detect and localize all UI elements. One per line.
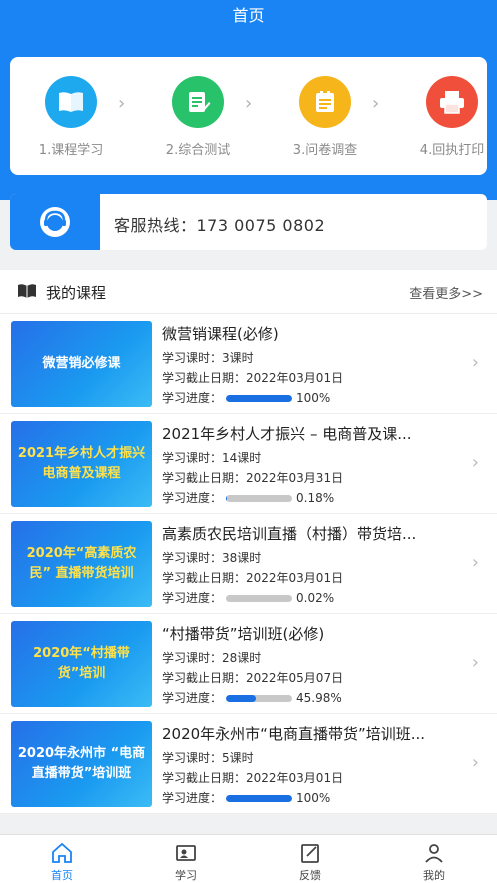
tab-profile[interactable]: 我的 <box>372 835 496 883</box>
bottom-tab-bar: 首页 学习 反馈 我的 <box>0 834 497 883</box>
course-hours: 学习课时：14课时 <box>162 451 262 465</box>
tab-label: 学习 <box>175 869 197 882</box>
thumbnail-text: 2020年永州市 “电商直播带货”培训班 <box>17 746 146 781</box>
chevron-right-icon: › <box>118 93 126 114</box>
thumbnail-text: 2020年“村播带货”培训 <box>33 646 130 681</box>
chevron-right-icon: › <box>471 552 479 573</box>
hotline-card[interactable]: 客服热线：173 0075 0802 <box>10 194 487 250</box>
step-print[interactable]: 4.回执打印 <box>391 57 497 175</box>
tab-label: 首页 <box>51 869 73 882</box>
course-progress: 学习进度： 45.98% <box>162 689 342 706</box>
course-title: 高素质农民培训直播（村播）带货培... <box>162 525 417 543</box>
course-deadline: 学习截止日期：2022年03月01日 <box>162 771 344 785</box>
course-thumbnail: 2020年“高素质农民” 直播带货培训 <box>11 521 152 607</box>
course-thumbnail: 微营销必修课 <box>11 321 152 407</box>
my-courses-header: 我的课程 查看更多>> <box>0 270 497 314</box>
course-title: 2021年乡村人才振兴 – 电商普及课... <box>162 425 412 443</box>
study-icon <box>176 845 196 861</box>
profile-icon <box>425 844 443 863</box>
printer-icon <box>426 76 478 128</box>
step-label: 4.回执打印 <box>419 143 485 158</box>
tab-feedback[interactable]: 反馈 <box>248 835 372 883</box>
home-icon <box>52 842 72 863</box>
tab-label: 反馈 <box>299 869 321 882</box>
open-book-icon <box>17 283 37 303</box>
course-item[interactable]: 2020年“村播带货”培训 “村播带货”培训班(必修) 学习课时：28课时 学习… <box>0 614 497 714</box>
progress-label: 学习进度： <box>162 591 223 605</box>
hotline-text: 客服热线：173 0075 0802 <box>114 216 326 235</box>
course-deadline: 学习截止日期：2022年05月07日 <box>162 671 344 685</box>
feedback-icon <box>301 844 319 863</box>
tab-home[interactable]: 首页 <box>0 835 124 883</box>
course-item[interactable]: 微营销必修课 微营销课程(必修) 学习课时：3课时 学习截止日期：2022年03… <box>0 314 497 414</box>
course-deadline: 学习截止日期：2022年03月31日 <box>162 471 344 485</box>
tab-study[interactable]: 学习 <box>124 835 248 883</box>
course-title: 微营销课程(必修) <box>162 325 279 343</box>
course-progress: 学习进度： 100% <box>162 789 330 806</box>
page-title: 首页 <box>232 6 265 25</box>
progress-bar <box>226 395 293 402</box>
course-title: “村播带货”培训班(必修) <box>162 625 325 643</box>
course-thumbnail: 2020年永州市 “电商直播带货”培训班 <box>11 721 152 807</box>
course-deadline: 学习截止日期：2022年03月01日 <box>162 571 344 585</box>
progress-percent: 45.98% <box>296 691 342 705</box>
progress-percent: 0.02% <box>296 591 335 605</box>
progress-bar <box>226 595 293 602</box>
step-label: 2.综合测试 <box>165 143 231 158</box>
course-item[interactable]: 2020年“高素质农民” 直播带货培训 高素质农民培训直播（村播）带货培... … <box>0 514 497 614</box>
step-label: 3.问卷调查 <box>292 143 358 158</box>
course-progress: 学习进度： 0.18% <box>162 489 334 506</box>
tab-label: 我的 <box>423 869 445 882</box>
progress-percent: 0.18% <box>296 491 335 505</box>
book-icon <box>45 76 97 128</box>
course-hours: 学习课时：5课时 <box>162 751 254 765</box>
chevron-right-icon: › <box>471 652 479 673</box>
course-list: 微营销必修课 微营销课程(必修) 学习课时：3课时 学习截止日期：2022年03… <box>0 314 497 814</box>
course-thumbnail: 2020年“村播带货”培训 <box>11 621 152 707</box>
chevron-right-icon: › <box>471 452 479 473</box>
step-label: 1.课程学习 <box>38 143 104 158</box>
course-title: 2020年永州市“电商直播带货”培训班... <box>162 725 426 743</box>
chevron-right-icon: › <box>471 752 479 773</box>
progress-bar <box>226 795 293 802</box>
view-more-link[interactable]: 查看更多>> <box>409 283 483 302</box>
progress-percent: 100% <box>296 391 331 405</box>
step-test[interactable]: 2.综合测试 <box>137 57 257 175</box>
steps-panel: 1.课程学习 › 2.综合测试 › 3.问卷调查 › 4.回执打印 <box>10 57 487 175</box>
chevron-right-icon: › <box>372 93 380 114</box>
course-item[interactable]: 2021年乡村人才振兴 电商普及课程 2021年乡村人才振兴 – 电商普及课..… <box>0 414 497 514</box>
thumbnail-text: 微营销必修课 <box>42 356 121 371</box>
course-thumbnail: 2021年乡村人才振兴 电商普及课程 <box>11 421 152 507</box>
progress-label: 学习进度： <box>162 491 223 505</box>
section-title: 我的课程 <box>46 284 107 302</box>
edit-icon <box>172 76 224 128</box>
customer-service-icon <box>10 194 100 250</box>
course-progress: 学习进度： 0.02% <box>162 589 334 606</box>
course-hours: 学习课时：28课时 <box>162 651 262 665</box>
progress-percent: 100% <box>296 791 331 805</box>
progress-bar <box>226 695 293 702</box>
progress-bar <box>226 495 293 502</box>
progress-label: 学习进度： <box>162 391 223 405</box>
chevron-right-icon: › <box>471 352 479 373</box>
step-course-study[interactable]: 1.课程学习 <box>10 57 130 175</box>
course-item[interactable]: 2020年永州市 “电商直播带货”培训班 2020年永州市“电商直播带货”培训班… <box>0 714 497 814</box>
progress-label: 学习进度： <box>162 691 223 705</box>
progress-label: 学习进度： <box>162 791 223 805</box>
course-hours: 学习课时：38课时 <box>162 551 262 565</box>
chevron-right-icon: › <box>245 93 253 114</box>
thumbnail-text: 2021年乡村人才振兴 电商普及课程 <box>17 446 146 481</box>
course-progress: 学习进度： 100% <box>162 389 330 406</box>
course-deadline: 学习截止日期：2022年03月01日 <box>162 371 344 385</box>
course-hours: 学习课时：3课时 <box>162 351 254 365</box>
step-survey[interactable]: 3.问卷调查 <box>264 57 384 175</box>
thumbnail-text: 2020年“高素质农民” 直播带货培训 <box>26 546 137 581</box>
survey-icon <box>299 76 351 128</box>
